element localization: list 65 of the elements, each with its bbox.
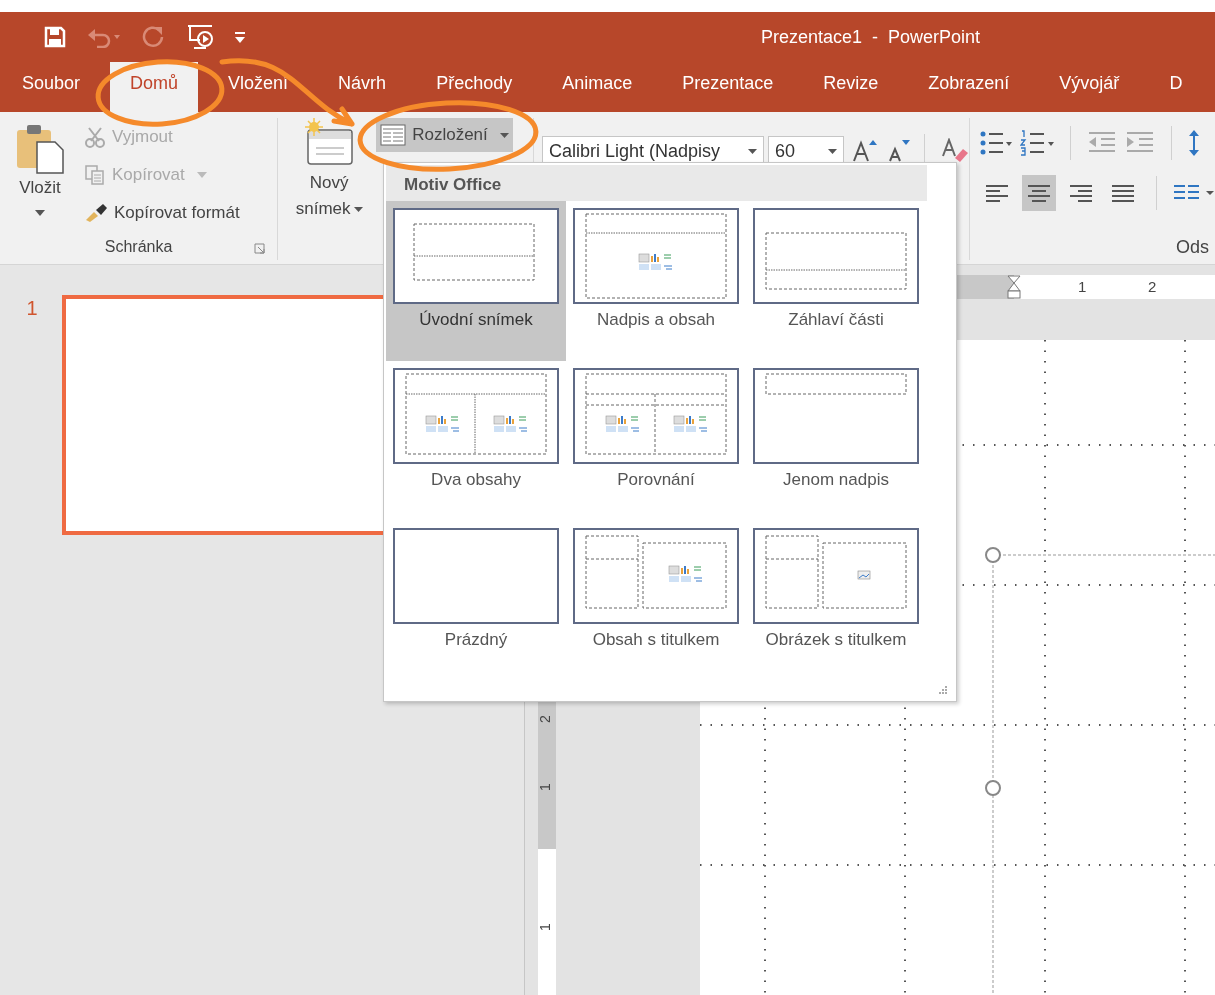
dialog-launcher-icon[interactable]: [254, 243, 266, 254]
layout-option[interactable]: Porovnání: [566, 361, 746, 521]
caret-icon: [499, 132, 509, 138]
caret-icon: [748, 148, 757, 154]
resize-handle[interactable]: [985, 780, 1001, 796]
ribbon-tab[interactable]: Vývojář: [1039, 62, 1140, 112]
copy-icon: [84, 164, 106, 186]
ribbon-tab[interactable]: Vložení: [208, 62, 309, 112]
slide-number: 1: [25, 296, 39, 321]
align-center-button[interactable]: [1022, 175, 1056, 211]
bullet-list-icon[interactable]: [980, 130, 1012, 156]
scissors-icon: [84, 126, 106, 148]
layout-option[interactable]: Úvodní snímek: [386, 201, 566, 361]
alignment-icon: [1068, 183, 1094, 203]
ribbon-tab[interactable]: D: [1149, 62, 1203, 112]
ribbon-tab[interactable]: Animace: [542, 62, 653, 112]
ruler-number: 1: [536, 923, 553, 931]
new-slide-icon: [304, 118, 355, 168]
clear-formatting-icon[interactable]: [941, 138, 969, 164]
line-spacing-icon[interactable]: [1188, 129, 1202, 157]
alignment-icon: [1026, 183, 1052, 203]
layout-option[interactable]: Jenom nadpis: [746, 361, 926, 521]
gallery-header: Motiv Office: [386, 165, 927, 201]
layout-option[interactable]: Obrázek s titulkem: [746, 521, 926, 681]
group-label: Ods: [1176, 237, 1209, 257]
alignment-icon: [1110, 183, 1136, 203]
ribbon-tab[interactable]: Prezentace: [662, 62, 794, 112]
caret-icon: [196, 172, 207, 178]
ribbon-tab[interactable]: Přechody: [416, 62, 533, 112]
layout-option[interactable]: Prázdný: [386, 521, 566, 681]
ribbon-tab[interactable]: Revize: [803, 62, 899, 112]
resize-handle[interactable]: [985, 547, 1001, 563]
ruler-number: 1: [536, 783, 553, 791]
alignment-icon: [984, 183, 1010, 203]
ribbon-tab[interactable]: Zobrazení: [908, 62, 1030, 112]
caret-icon: [828, 148, 837, 154]
grow-font-icon[interactable]: [852, 139, 878, 163]
layout-option[interactable]: Obsah s titulkem: [566, 521, 746, 681]
layout-icon: [380, 124, 407, 146]
numbered-list-icon[interactable]: [1020, 130, 1054, 156]
resize-grip-icon[interactable]: [938, 685, 948, 695]
paste-button[interactable]: Vložit: [0, 118, 80, 234]
caret-icon: [35, 210, 45, 216]
layout-option[interactable]: Nadpis a obsah: [566, 201, 746, 361]
format-painter-button[interactable]: Kopírovat formát: [80, 194, 244, 232]
save-icon[interactable]: [44, 26, 66, 48]
ruler-number: 2: [1148, 278, 1157, 295]
indent-marker-icon[interactable]: [1007, 275, 1021, 299]
group-label: Schránka: [104, 238, 173, 256]
customize-caret-icon[interactable]: [234, 30, 246, 44]
paintbrush-icon: [84, 202, 108, 224]
ribbon-tab[interactable]: Domů: [110, 62, 199, 112]
clipboard-icon: [15, 122, 65, 174]
ribbon-tab[interactable]: Soubor: [2, 62, 101, 112]
ruler-number: 1: [1078, 278, 1087, 295]
ruler-number: 2: [536, 715, 553, 723]
caret-icon: [353, 207, 363, 212]
presentation-play-icon[interactable]: [186, 24, 214, 50]
layout-option[interactable]: Záhlaví části: [746, 201, 926, 361]
shrink-font-icon[interactable]: [886, 139, 912, 163]
ribbon-tab[interactable]: Návrh: [318, 62, 407, 112]
layout-dropdown-button[interactable]: Rozložení: [376, 118, 513, 152]
new-slide-button[interactable]: Nový snímek: [286, 118, 373, 260]
layout-option[interactable]: Dva obsahy: [386, 361, 566, 521]
window-title: Prezentace1 - PowerPoint: [761, 26, 981, 48]
